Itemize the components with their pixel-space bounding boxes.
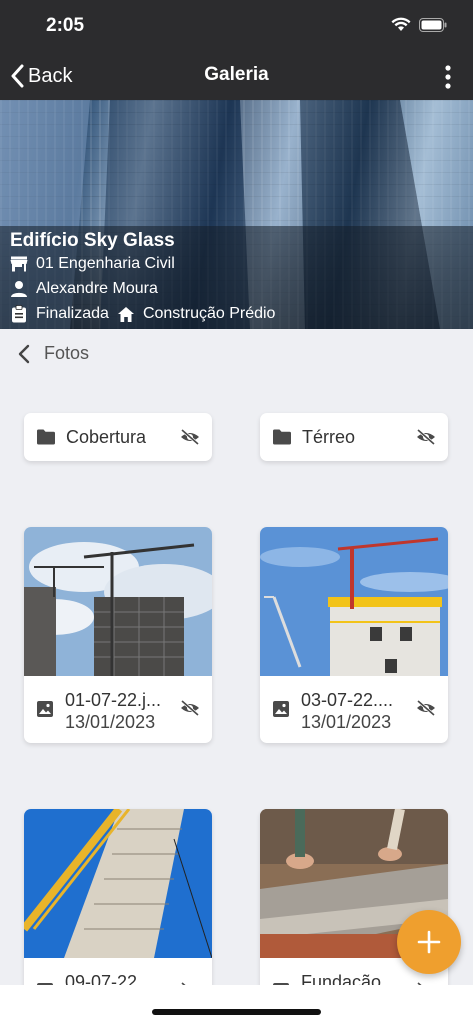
store-icon: [10, 256, 28, 272]
project-header: Edifício Sky Glass 01 Engenharia Civil A…: [0, 100, 473, 329]
image-icon: [37, 701, 53, 717]
photo-meta: 03-07-22.... 13/01/2023: [260, 676, 448, 743]
more-options-button[interactable]: [441, 64, 455, 90]
project-company: 01 Engenharia Civil: [36, 255, 175, 272]
project-company-row: 01 Engenharia Civil: [10, 255, 175, 273]
eye-off-icon[interactable]: [180, 429, 200, 445]
eye-off-icon[interactable]: [416, 700, 436, 716]
project-name: Edifício Sky Glass: [10, 230, 175, 251]
photo-thumbnail[interactable]: [260, 527, 448, 676]
photo-name: 03-07-22....: [301, 690, 394, 710]
photo-meta: 01-07-22.j... 13/01/2023: [24, 676, 212, 743]
photo-name: 01-07-22.j...: [65, 690, 162, 710]
folder-card[interactable]: Térreo: [260, 413, 448, 461]
project-person: Alexandre Moura: [36, 280, 158, 297]
photo-card[interactable]: 01-07-22.j... 13/01/2023: [24, 527, 212, 743]
folder-name: Térreo: [302, 426, 356, 447]
project-status: Finalizada: [36, 305, 109, 322]
home-icon: [117, 306, 134, 322]
wifi-icon: [391, 17, 411, 31]
eye-off-icon[interactable]: [416, 429, 436, 445]
image-icon: [273, 701, 289, 717]
plus-icon: [417, 930, 441, 954]
breadcrumb-label: Fotos: [44, 343, 90, 363]
battery-icon: [419, 17, 447, 32]
status-icons: [391, 17, 447, 32]
photo-date: 13/01/2023: [65, 712, 156, 732]
project-person-row: Alexandre Moura: [10, 280, 158, 298]
folder-icon: [37, 429, 55, 445]
navigation-bar: Back Galeria: [0, 52, 473, 100]
photo-thumbnail[interactable]: [24, 527, 212, 676]
page-title: Galeria: [204, 64, 269, 85]
photo-card[interactable]: 03-07-22.... 13/01/2023: [260, 527, 448, 743]
folder-icon: [273, 429, 291, 445]
project-status-row: Finalizada Construção Prédio: [10, 305, 275, 323]
photo-date: 13/01/2023: [301, 712, 392, 732]
person-icon: [11, 281, 27, 297]
clipboard-icon: [12, 305, 26, 323]
chevron-left-icon[interactable]: [18, 344, 30, 364]
more-vertical-icon: [445, 65, 451, 89]
home-indicator[interactable]: [152, 1009, 321, 1015]
breadcrumb[interactable]: Fotos: [18, 343, 89, 364]
eye-off-icon[interactable]: [180, 700, 200, 716]
add-photo-button[interactable]: [397, 910, 461, 974]
status-bar: 2:05: [0, 0, 473, 52]
project-type: Construção Prédio: [142, 305, 276, 322]
folder-card[interactable]: Cobertura: [24, 413, 212, 461]
status-time: 2:05: [46, 15, 85, 36]
photo-thumbnail[interactable]: [24, 809, 212, 958]
bottom-safe-area: [0, 985, 473, 1024]
folder-name: Cobertura: [66, 426, 147, 447]
